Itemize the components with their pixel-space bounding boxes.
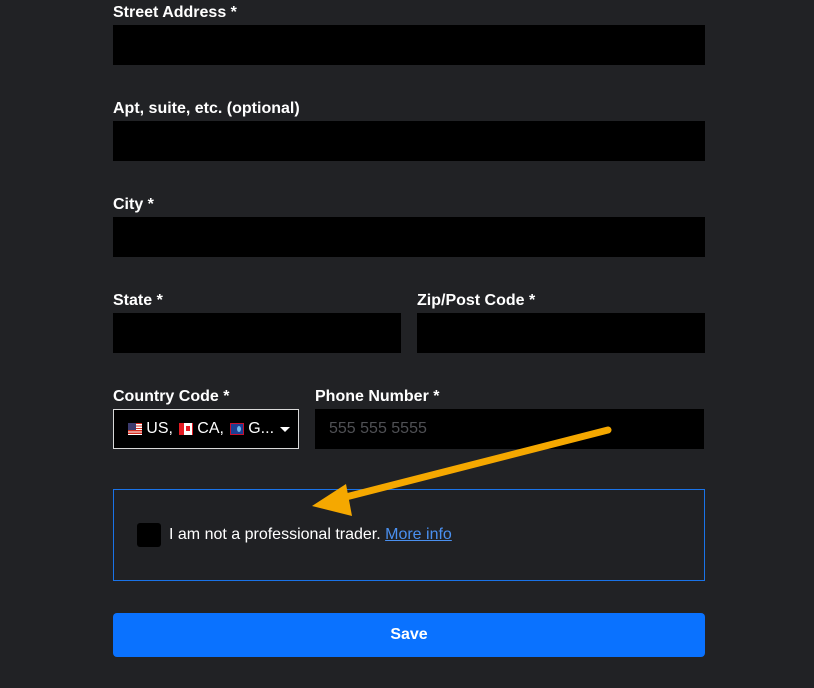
street-address-label: Street Address * [113, 4, 237, 21]
professional-trader-label: I am not a professional trader. [169, 526, 381, 543]
city-label: City * [113, 196, 154, 213]
caret-down-icon [280, 426, 291, 432]
country-code-g: G... [248, 420, 275, 437]
phone-number-input[interactable] [315, 409, 704, 449]
city-input[interactable] [113, 217, 705, 257]
country-code-label: Country Code * [113, 388, 230, 405]
professional-trader-box: I am not a professional trader. More inf… [113, 489, 705, 581]
apt-label: Apt, suite, etc. (optional) [113, 100, 300, 117]
zip-label: Zip/Post Code * [417, 292, 536, 309]
gu-flag-icon [229, 423, 245, 435]
us-flag-icon [128, 423, 143, 435]
country-code-ca: CA, [197, 420, 224, 437]
professional-trader-text: I am not a professional trader. More inf… [169, 526, 452, 544]
save-button[interactable]: Save [113, 613, 705, 657]
state-label: State * [113, 292, 163, 309]
state-input[interactable] [113, 313, 401, 353]
professional-trader-checkbox[interactable] [137, 523, 161, 547]
phone-number-label: Phone Number * [315, 388, 440, 405]
ca-flag-icon [178, 423, 194, 435]
street-address-input[interactable] [113, 25, 705, 65]
more-info-link[interactable]: More info [385, 526, 452, 543]
zip-input[interactable] [417, 313, 705, 353]
apt-input[interactable] [113, 121, 705, 161]
country-code-select[interactable]: US, CA, G... [113, 409, 299, 449]
country-code-us: US, [146, 420, 173, 437]
